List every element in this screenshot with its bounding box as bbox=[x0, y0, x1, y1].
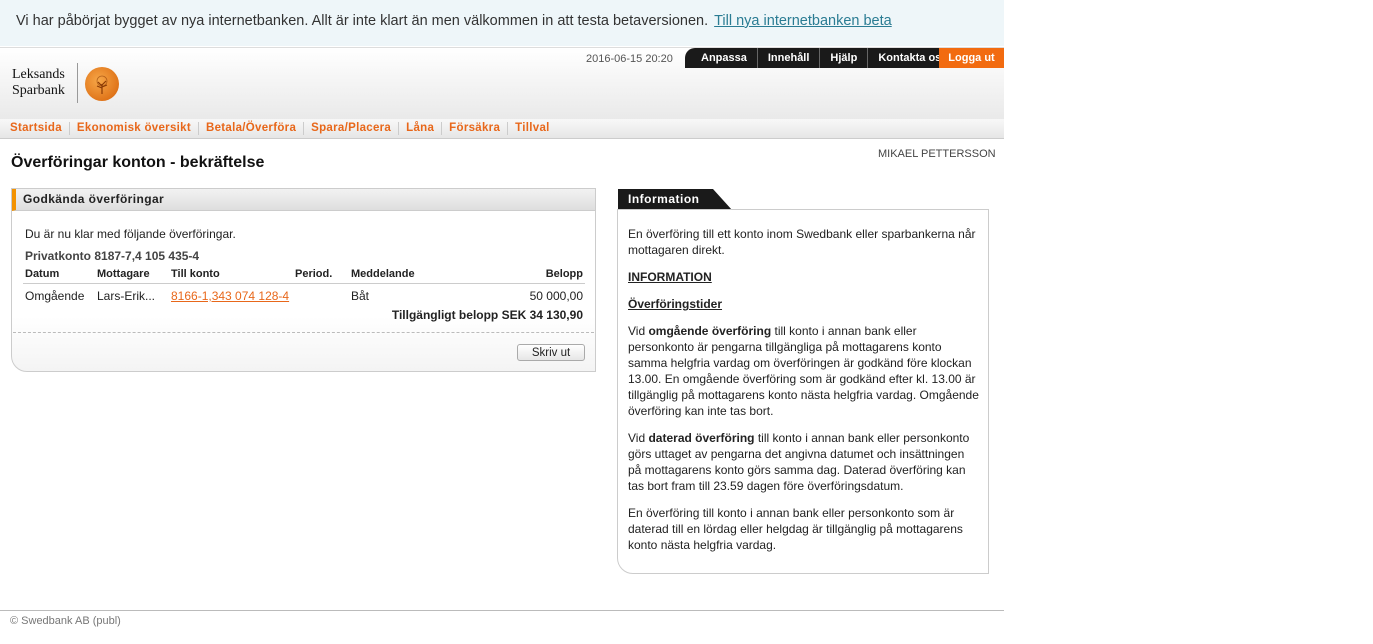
cell-message: Båt bbox=[351, 289, 370, 303]
oak-tree-logo-icon[interactable] bbox=[85, 67, 119, 101]
table-header-divider bbox=[23, 283, 585, 284]
main-navigation: Startsida Ekonomisk översikt Betala/Över… bbox=[0, 119, 1004, 139]
logo-line-1: Leksands bbox=[12, 67, 65, 82]
info-paragraph-immediate: Vid omgående överföring till konto i ann… bbox=[628, 323, 980, 419]
confirmation-text: Du är nu klar med följande överföringar. bbox=[25, 227, 236, 241]
user-name: MIKAEL PETTERSSON bbox=[878, 148, 996, 160]
beta-link[interactable]: Till nya internetbanken beta bbox=[714, 13, 892, 29]
to-account-link[interactable]: 8166-1,343 074 128-4 bbox=[171, 289, 289, 303]
footer-divider bbox=[0, 610, 1004, 611]
top-utility-nav: Anpassa Innehåll Hjälp Kontakta oss bbox=[685, 48, 958, 68]
information-tab-label: Information bbox=[628, 192, 700, 206]
bank-logo-text[interactable]: Leksands Sparbank bbox=[12, 67, 65, 99]
column-header-date: Datum bbox=[25, 268, 60, 280]
banner-message: Vi har påbörjat bygget av nya internetba… bbox=[16, 13, 892, 29]
banner-text: Vi har påbörjat bygget av nya internetba… bbox=[16, 13, 709, 29]
from-account: Privatkonto 8187-7,4 105 435-4 bbox=[25, 249, 200, 263]
current-datetime: 2016-06-15 20:20 bbox=[586, 53, 673, 65]
info-heading-transfer-times: Överföringstider bbox=[628, 297, 723, 311]
panel-heading: Godkända överföringar bbox=[23, 192, 165, 206]
cell-recipient: Lars-Erik... bbox=[97, 289, 156, 303]
print-button[interactable]: Skriv ut bbox=[517, 344, 585, 361]
available-balance: Tillgängligt belopp SEK 34 130,90 bbox=[391, 308, 583, 322]
tree-icon bbox=[96, 75, 108, 94]
approved-transfers-panel: Godkända överföringar Du är nu klar med … bbox=[11, 188, 596, 372]
nav-item-startsida[interactable]: Startsida bbox=[0, 122, 69, 135]
column-header-period: Period. bbox=[295, 268, 333, 280]
copyright: © Swedbank AB (publ) bbox=[10, 615, 121, 627]
info-p2-post: till konto i annan bank eller personkont… bbox=[628, 324, 979, 418]
column-header-recipient: Mottagare bbox=[97, 268, 150, 280]
nav-link-anpassa[interactable]: Anpassa bbox=[685, 48, 757, 68]
nav-item-tillval[interactable]: Tillval bbox=[507, 122, 557, 135]
logo-divider bbox=[77, 63, 78, 103]
information-tab: Information bbox=[618, 189, 732, 210]
info-paragraph-weekend: En överföring till konto i annan bank el… bbox=[628, 506, 963, 552]
column-header-amount: Belopp bbox=[545, 268, 583, 280]
info-paragraph-dated: Vid daterad överföring till konto i anna… bbox=[628, 430, 980, 494]
information-panel: En överföring till ett konto inom Swedba… bbox=[617, 209, 989, 574]
panel-header: Godkända överföringar bbox=[12, 189, 595, 211]
info-p3-pre: Vid bbox=[628, 431, 649, 445]
cell-date: Omgående bbox=[25, 289, 85, 303]
info-heading-information: INFORMATION bbox=[628, 270, 712, 284]
info-paragraph-1: En överföring till ett konto inom Swedba… bbox=[628, 227, 976, 257]
column-header-message: Meddelande bbox=[351, 268, 415, 280]
nav-item-lana[interactable]: Låna bbox=[398, 122, 441, 135]
logout-button[interactable]: Logga ut bbox=[939, 48, 1004, 68]
page-title: Överföringar konton - bekräftelse bbox=[11, 154, 265, 171]
nav-link-hjalp[interactable]: Hjälp bbox=[819, 48, 867, 68]
nav-item-betala-overfora[interactable]: Betala/Överföra bbox=[197, 122, 303, 135]
info-p2-pre: Vid bbox=[628, 324, 649, 338]
nav-item-ekonomisk-oversikt[interactable]: Ekonomisk översikt bbox=[68, 122, 198, 135]
beta-banner: Vi har påbörjat bygget av nya internetba… bbox=[0, 0, 1004, 46]
information-content: En överföring till ett konto inom Swedba… bbox=[628, 226, 980, 564]
nav-item-spara-placera[interactable]: Spara/Placera bbox=[303, 122, 398, 135]
column-header-to-account: Till konto bbox=[171, 268, 220, 280]
logo-line-2: Sparbank bbox=[12, 83, 65, 98]
nav-link-innehall[interactable]: Innehåll bbox=[756, 48, 820, 68]
cell-amount: 50 000,00 bbox=[529, 289, 583, 303]
info-p2-bold: omgående överföring bbox=[648, 324, 772, 338]
dashed-divider bbox=[13, 332, 594, 333]
info-p3-bold: daterad överföring bbox=[648, 431, 755, 445]
nav-item-forsakra[interactable]: Försäkra bbox=[441, 122, 507, 135]
site-header: Leksands Sparbank 2016-06-15 20:20 Anpas… bbox=[0, 47, 1004, 120]
